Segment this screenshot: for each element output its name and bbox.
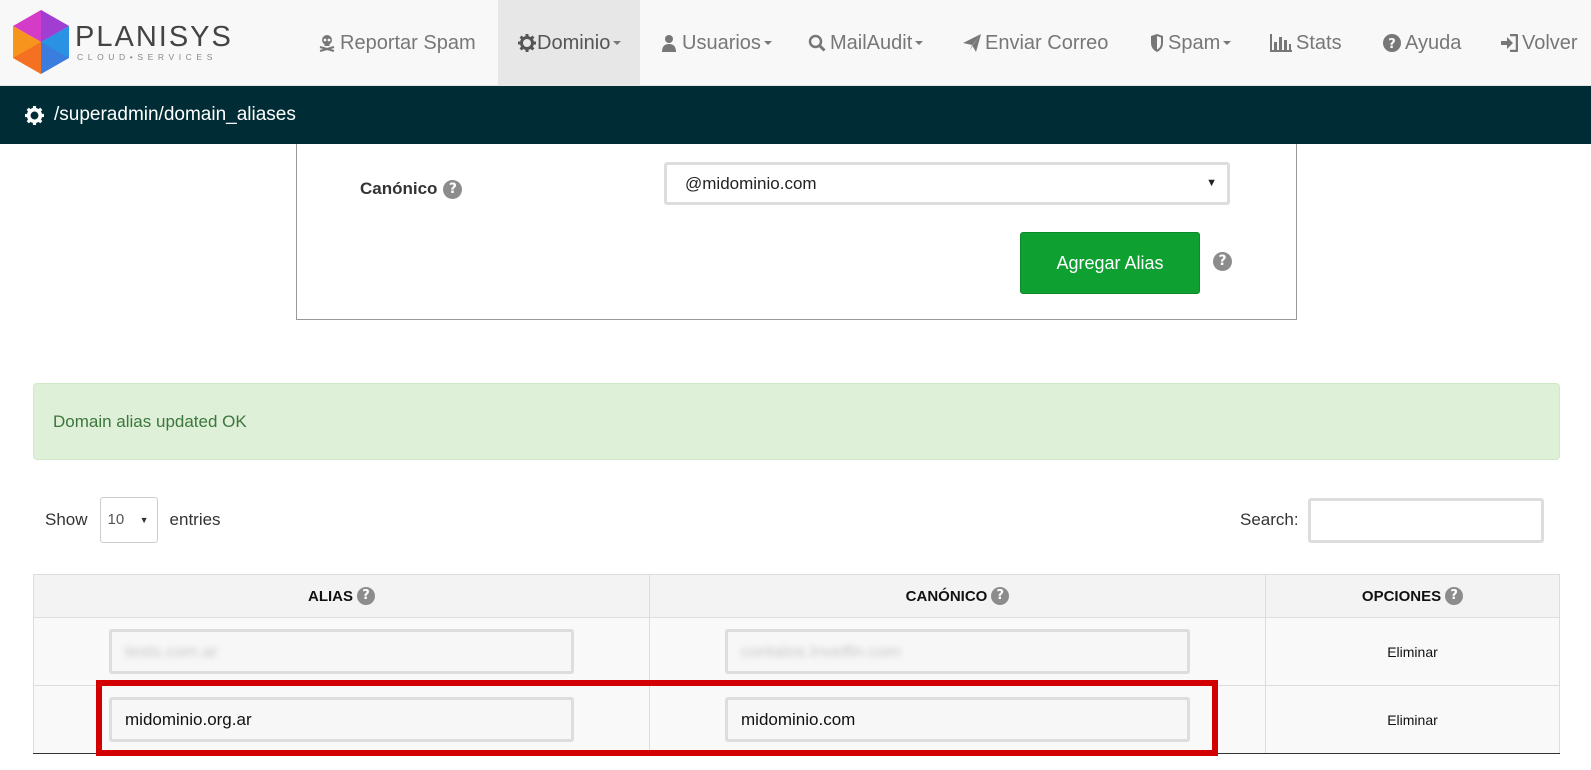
bar-chart-icon bbox=[1270, 34, 1292, 52]
help-icon[interactable]: ? bbox=[1213, 252, 1232, 271]
nav-label: Enviar Correo bbox=[985, 31, 1109, 54]
entries-label: entries bbox=[169, 510, 221, 529]
highlight-box bbox=[96, 680, 1218, 756]
alias-cell: tests.com.ar bbox=[33, 617, 650, 686]
nav-reportar-spam[interactable]: Reportar Spam bbox=[318, 0, 476, 86]
chevron-down-icon bbox=[1223, 41, 1232, 45]
nav-stats[interactable]: Stats bbox=[1270, 0, 1342, 86]
help-icon[interactable]: ? bbox=[1445, 587, 1464, 605]
brand-tagline: CLOUD•SERVICES bbox=[77, 52, 217, 62]
gear-icon bbox=[25, 105, 44, 125]
path-text: /superadmin/domain_aliases bbox=[54, 104, 296, 125]
nav-dominio[interactable]: Dominio bbox=[498, 0, 640, 86]
chevron-down-icon bbox=[763, 41, 772, 45]
header-label: CANÓNICO bbox=[905, 587, 988, 605]
nav-ayuda[interactable]: ? Ayuda bbox=[1383, 0, 1461, 86]
search-label: Search: bbox=[1240, 510, 1299, 529]
canonico-cell: contatos.Invelfin.com bbox=[649, 617, 1266, 686]
header-label: OPCIONES bbox=[1361, 587, 1442, 605]
chevron-down-icon bbox=[613, 41, 622, 45]
help-icon[interactable]: ? bbox=[991, 587, 1010, 605]
column-header-alias[interactable]: ALIAS? bbox=[33, 574, 650, 618]
entries-length-control: Show 10 ▼ entries bbox=[45, 497, 221, 543]
paper-plane-icon bbox=[963, 34, 981, 52]
select-arrow-icon: ▼ bbox=[1206, 177, 1217, 189]
cube-logo-icon bbox=[13, 10, 69, 74]
alias-value: tests.com.ar bbox=[125, 642, 218, 661]
search-icon bbox=[808, 34, 826, 52]
success-alert: Domain alias updated OK bbox=[33, 383, 1560, 460]
column-header-canonico[interactable]: CANÓNICO? bbox=[649, 574, 1266, 618]
nav-volver[interactable]: Volver bbox=[1500, 0, 1578, 86]
chevron-down-icon bbox=[915, 41, 924, 45]
canonico-selected-value: @midominio.com bbox=[685, 174, 817, 193]
canonico-label: Canónico bbox=[360, 179, 438, 198]
add-alias-panel: Canónico ? @midominio.com ▼ Agregar Alia… bbox=[296, 144, 1297, 320]
user-icon bbox=[662, 35, 676, 52]
canonico-input[interactable]: contatos.Invelfin.com bbox=[725, 629, 1190, 674]
nav-mailaudit[interactable]: MailAudit bbox=[808, 0, 924, 86]
nav-usuarios[interactable]: Usuarios bbox=[660, 0, 772, 86]
top-navbar: PLANISYS CLOUD•SERVICES Reportar Spam Do… bbox=[0, 0, 1591, 86]
canonico-value: contatos.Invelfin.com bbox=[741, 642, 901, 661]
nav-label: Reportar Spam bbox=[340, 31, 476, 54]
select-arrow-icon: ▼ bbox=[139, 515, 149, 525]
shield-icon bbox=[1151, 34, 1163, 52]
delete-link[interactable]: Eliminar bbox=[1387, 644, 1438, 660]
nav-label: Spam bbox=[1168, 31, 1221, 54]
delete-link[interactable]: Eliminar bbox=[1387, 712, 1438, 728]
nav-enviar-correo[interactable]: Enviar Correo bbox=[963, 0, 1108, 86]
entries-value: 10 bbox=[107, 511, 125, 528]
search-input[interactable] bbox=[1307, 497, 1544, 543]
nav-label: Stats bbox=[1296, 31, 1342, 54]
table-row: tests.com.ar contatos.Invelfin.com Elimi… bbox=[33, 617, 1560, 686]
add-alias-button[interactable]: Agregar Alias bbox=[1020, 232, 1200, 294]
nav-label: Usuarios bbox=[682, 31, 761, 54]
alias-input[interactable]: tests.com.ar bbox=[109, 629, 574, 674]
path-bar: /superadmin/domain_aliases bbox=[0, 86, 1591, 144]
nav-spam[interactable]: Spam bbox=[1150, 0, 1232, 86]
nav-label: Volver bbox=[1522, 31, 1578, 54]
table-search: Search: bbox=[1240, 497, 1544, 543]
gear-icon bbox=[518, 34, 536, 52]
skull-crossbones-icon bbox=[319, 35, 335, 52]
canonico-select[interactable]: @midominio.com ▼ bbox=[664, 162, 1230, 205]
brand-name: PLANISYS bbox=[75, 21, 233, 53]
canonico-label-group: Canónico ? bbox=[360, 179, 463, 199]
options-cell: Eliminar bbox=[1265, 685, 1560, 754]
question-circle-icon: ? bbox=[1383, 34, 1401, 52]
svg-text:?: ? bbox=[1388, 37, 1396, 52]
column-header-opciones[interactable]: OPCIONES? bbox=[1265, 574, 1560, 618]
table-header-row: ALIAS? CANÓNICO? OPCIONES? bbox=[33, 574, 1560, 618]
help-icon[interactable]: ? bbox=[357, 587, 375, 605]
show-label: Show bbox=[45, 510, 88, 529]
nav-label: MailAudit bbox=[830, 31, 913, 54]
header-label: ALIAS bbox=[308, 587, 353, 605]
nav-label: Dominio bbox=[537, 31, 611, 54]
sign-in-icon bbox=[1501, 34, 1518, 52]
alert-text: Domain alias updated OK bbox=[53, 411, 247, 431]
options-cell: Eliminar bbox=[1265, 617, 1560, 686]
entries-select[interactable]: 10 ▼ bbox=[99, 497, 158, 543]
nav-label: Ayuda bbox=[1405, 31, 1462, 54]
help-icon[interactable]: ? bbox=[443, 179, 463, 199]
brand-logo[interactable]: PLANISYS CLOUD•SERVICES bbox=[13, 10, 233, 74]
